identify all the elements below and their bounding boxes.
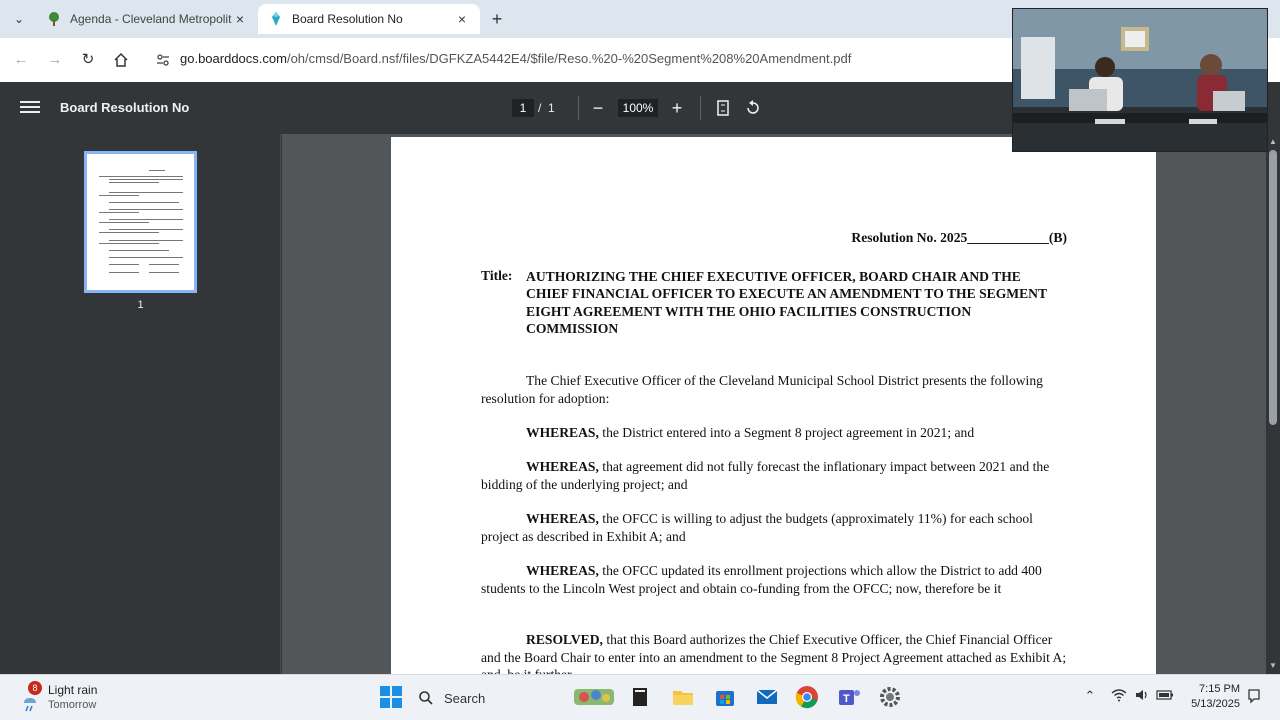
teams-icon[interactable]: T (835, 683, 863, 711)
vertical-scrollbar[interactable]: ▲ ▼ (1266, 134, 1280, 674)
whereas-lead: WHEREAS, (526, 459, 599, 474)
title-label: Title: (481, 268, 513, 283)
url-domain: go.boarddocs.com (180, 51, 287, 66)
page-thumbnail[interactable] (84, 151, 197, 293)
settings-gear-icon[interactable] (876, 683, 904, 711)
close-tab-icon[interactable]: × (454, 11, 470, 27)
zoom-in-icon[interactable]: + (665, 96, 689, 120)
clock[interactable]: 7:15 PM 5/13/2025 (1180, 682, 1240, 712)
taskbar-search[interactable]: Search (418, 683, 568, 713)
resolved-paragraph: RESOLVED, that this Board authorizes the… (481, 631, 1067, 674)
resolution-title: AUTHORIZING THE CHIEF EXECUTIVE OFFICER,… (526, 269, 1047, 336)
reload-icon[interactable]: ↻ (77, 49, 99, 71)
pdf-page: Resolution No. 2025____________(B) Title… (391, 137, 1156, 674)
thumbnail-sidebar: 1 (0, 134, 281, 674)
whereas-lead: WHEREAS, (526, 563, 599, 578)
notification-icon[interactable] (1244, 688, 1264, 707)
page-count: / 1 (538, 99, 555, 117)
thumbnail-page-number: 1 (137, 299, 144, 311)
page-number-input[interactable]: 1 (512, 99, 534, 117)
fit-page-icon[interactable] (712, 97, 734, 119)
toolbar-divider (700, 96, 701, 120)
task-view-icon[interactable] (626, 683, 654, 711)
pdf-title: Board Resolution No (60, 100, 190, 115)
tree-favicon-icon (49, 12, 59, 26)
weather-subtitle: Tomorrow (48, 699, 97, 711)
store-icon[interactable] (711, 683, 739, 711)
weather-badge: 8 (28, 681, 42, 695)
scroll-up-icon[interactable]: ▲ (1268, 137, 1278, 146)
scroll-down-icon[interactable]: ▼ (1268, 661, 1278, 670)
zoom-input[interactable]: 100% (618, 99, 658, 117)
whereas-text: the District entered into a Segment 8 pr… (598, 425, 975, 440)
weather-title: Light rain (48, 683, 98, 697)
whereas-paragraph: WHEREAS, the OFCC is willing to adjust t… (481, 510, 1067, 545)
mail-icon[interactable] (753, 683, 781, 711)
meeting-video-overlay (1012, 8, 1268, 152)
rotate-icon[interactable] (742, 97, 764, 119)
url-field[interactable]: go.boarddocs.com/oh/cmsd/Board.nsf/files… (180, 51, 851, 66)
new-tab-icon[interactable]: + (486, 8, 508, 30)
pdf-viewer[interactable]: Resolution No. 2025____________(B) Title… (282, 134, 1266, 674)
intro-text: The Chief Executive Officer of the Cleve… (481, 373, 1043, 406)
battery-icon[interactable] (1155, 688, 1175, 705)
weather-widget[interactable]: 8 Light rain Tomorrow (20, 681, 130, 715)
volume-icon[interactable] (1132, 688, 1152, 705)
resolved-lead: RESOLVED, (526, 632, 603, 647)
boarddocs-favicon-icon (272, 12, 280, 26)
whereas-lead: WHEREAS, (526, 425, 599, 440)
forward-arrow-icon[interactable]: → (44, 49, 66, 71)
search-icon (419, 691, 433, 705)
page-separator: / (538, 101, 542, 115)
close-tab-icon[interactable]: × (232, 11, 248, 27)
windows-start-icon[interactable] (377, 683, 405, 711)
tab-title: Board Resolution No (292, 12, 403, 26)
tab-search-chevron-icon[interactable]: ⌄ (8, 8, 30, 30)
tab-title: Agenda - Cleveland Metropolit (70, 12, 232, 26)
tab-board-resolution[interactable]: Board Resolution No × (258, 4, 480, 34)
whereas-paragraph: WHEREAS, that agreement did not fully fo… (481, 458, 1067, 493)
back-arrow-icon[interactable]: ← (10, 49, 32, 71)
widgets-highlight-icon[interactable] (572, 683, 616, 711)
taskbar: 8 Light rain Tomorrow Search T ⌃ 7:15 PM… (0, 674, 1280, 720)
search-label: Search (444, 690, 486, 706)
show-hidden-icons-chevron-icon[interactable]: ⌃ (1080, 688, 1100, 704)
total-pages: 1 (548, 101, 555, 115)
url-path: /oh/cmsd/Board.nsf/files/DGFKZA5442E4/$f… (286, 51, 852, 66)
menu-icon[interactable] (20, 98, 40, 118)
intro-paragraph: The Chief Executive Officer of the Cleve… (481, 372, 1067, 407)
scrollbar-thumb[interactable] (1269, 150, 1277, 425)
whereas-paragraph: WHEREAS, the OFCC updated its enrollment… (481, 562, 1067, 597)
site-info-icon[interactable] (152, 49, 174, 71)
toolbar-divider (578, 96, 579, 120)
whereas-lead: WHEREAS, (526, 511, 599, 526)
rain-icon (24, 698, 36, 712)
clock-time: 7:15 PM (1199, 683, 1240, 695)
meeting-video-frame (1013, 9, 1267, 151)
tab-agenda[interactable]: Agenda - Cleveland Metropolit × (36, 4, 258, 34)
resolution-number: Resolution No. 2025____________(B) (851, 230, 1067, 245)
home-icon[interactable] (110, 49, 132, 71)
whereas-paragraph: WHEREAS, the District entered into a Seg… (481, 424, 1067, 442)
chrome-icon[interactable] (793, 683, 821, 711)
file-explorer-icon[interactable] (669, 683, 697, 711)
svg-text:T: T (843, 693, 850, 705)
wifi-icon[interactable] (1109, 688, 1129, 705)
clock-date: 5/13/2025 (1191, 698, 1240, 710)
zoom-out-icon[interactable]: − (586, 96, 610, 120)
